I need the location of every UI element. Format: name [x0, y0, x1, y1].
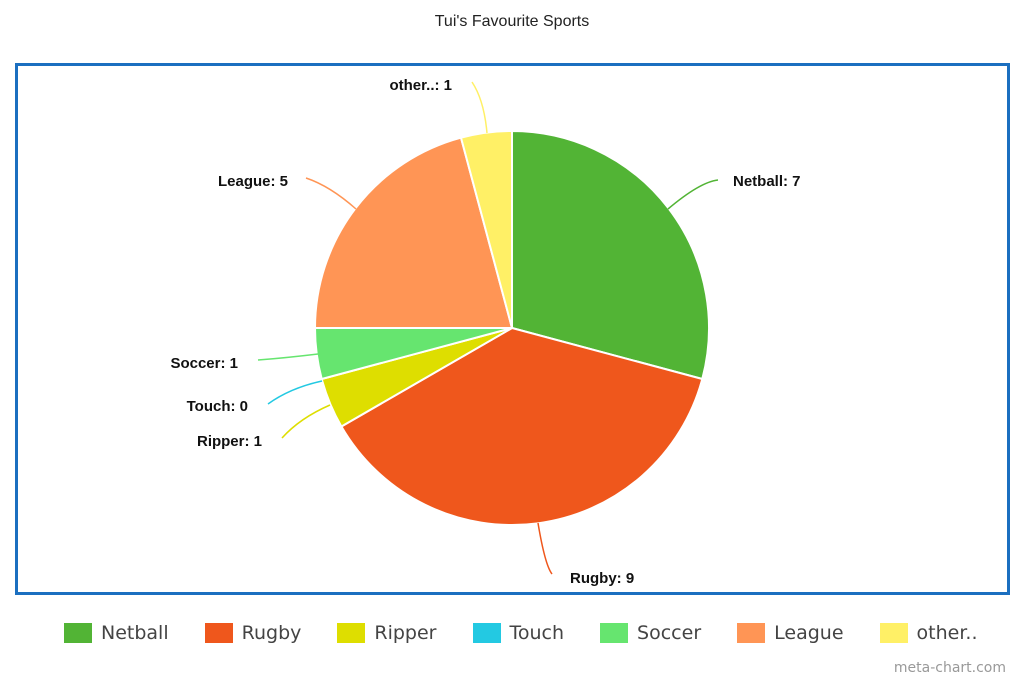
legend-swatch	[737, 623, 766, 643]
legend-swatch	[64, 623, 92, 643]
connector-line-other	[471, 81, 488, 134]
legend-swatch	[472, 623, 501, 643]
legend-item-netball[interactable]: Netball	[64, 622, 169, 644]
credit-text: meta-chart.com	[893, 660, 1006, 676]
pie-chart: Netball: 7 Rugby: 9 Ripper: 1 Touch: 0 Socce…	[170, 77, 801, 587]
legend: Netball Rugby Ripper Touch Soccer League other…	[64, 622, 1013, 644]
legend-label: Touch	[509, 622, 565, 644]
legend-label: other..	[916, 622, 978, 644]
connector-line-ripper	[281, 404, 331, 439]
legend-item-league[interactable]: League	[737, 622, 844, 644]
legend-label: Ripper	[374, 622, 437, 644]
connector-line-league	[305, 177, 357, 210]
legend-item-ripper[interactable]: Ripper	[337, 622, 437, 644]
data-label-touch: Touch: 0	[187, 398, 248, 415]
data-label-other: other..: 1	[389, 77, 452, 94]
connector-line-touch	[267, 380, 323, 405]
data-label-soccer: Soccer: 1	[170, 355, 238, 372]
connector-line-netball	[667, 179, 719, 210]
legend-label: Soccer	[637, 622, 702, 644]
connector-line-rugby	[537, 522, 553, 575]
legend-swatch	[337, 623, 366, 643]
legend-label: League	[774, 622, 844, 644]
legend-item-touch[interactable]: Touch	[472, 622, 565, 644]
legend-label: Netball	[101, 622, 169, 644]
data-label-rugby: Rugby: 9	[570, 570, 634, 587]
connector-line-soccer	[257, 353, 319, 361]
data-label-league: League: 5	[218, 173, 288, 190]
legend-item-other[interactable]: other..	[879, 622, 978, 644]
legend-swatch	[204, 623, 233, 643]
legend-swatch	[879, 623, 908, 643]
data-label-netball: Netball: 7	[733, 173, 801, 190]
legend-item-rugby[interactable]: Rugby	[204, 622, 302, 644]
data-label-ripper: Ripper: 1	[197, 433, 262, 450]
legend-swatch	[600, 623, 629, 643]
legend-item-soccer[interactable]: Soccer	[600, 622, 701, 644]
legend-label: Rugby	[241, 622, 302, 644]
